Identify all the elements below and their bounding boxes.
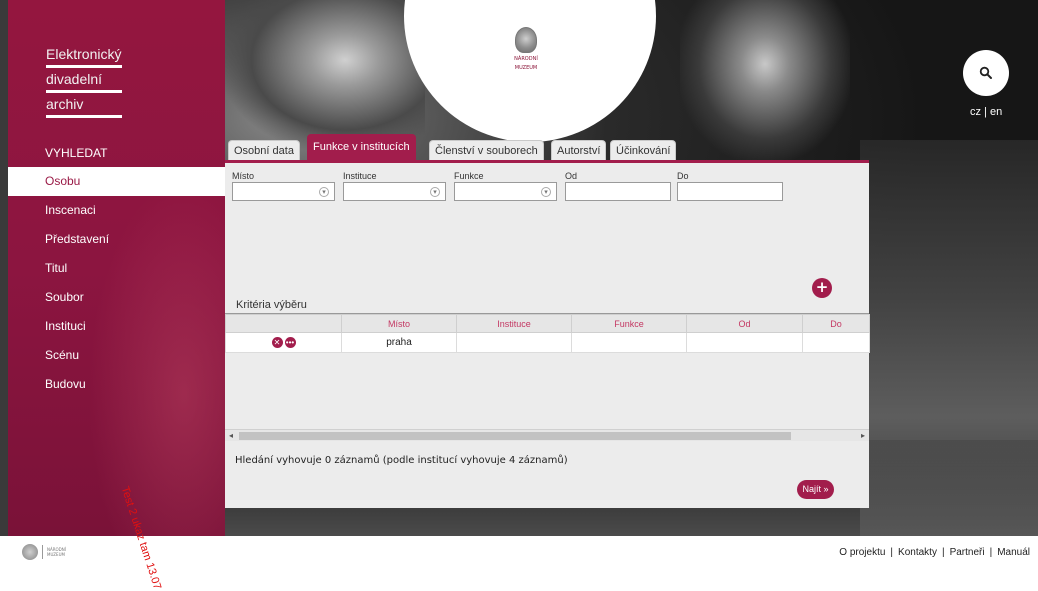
search-button[interactable] <box>963 50 1009 96</box>
field-label-od: Od <box>565 171 578 181</box>
sidebar-item-osobu[interactable]: Osobu <box>8 167 225 196</box>
left-edge-strip <box>0 0 8 536</box>
scroll-left-icon[interactable]: ◂ <box>229 430 233 442</box>
sidebar-item-budovu[interactable]: Budovu <box>8 370 225 399</box>
tab-autorstvi[interactable]: Autorství <box>551 140 607 162</box>
logo-line-2: divadelní <box>46 71 122 93</box>
tab-osobni-data[interactable]: Osobní data <box>228 140 300 162</box>
dropdown-arrow-icon: ▾ <box>430 187 440 197</box>
tab-ucinkovani[interactable]: Účinkování <box>610 140 677 162</box>
footer-link-manual[interactable]: Manuál <box>997 547 1030 558</box>
result-summary: Hledání vyhovuje 0 záznamů (podle instit… <box>235 455 568 466</box>
footer-link-partneri[interactable]: Partneři <box>950 547 985 558</box>
cell-od <box>686 332 803 353</box>
cell-do <box>802 332 870 353</box>
museum-logo-name-1: NÁRODNÍ <box>514 56 538 62</box>
theatre-photo-actor-right <box>680 0 850 160</box>
scroll-right-icon[interactable]: ▸ <box>861 430 865 442</box>
field-label-do: Do <box>677 171 689 181</box>
remove-row-icon[interactable]: ✕ <box>271 337 283 348</box>
tab-funkce-v-institucich[interactable]: Funkce v institucích <box>307 134 416 162</box>
theatre-photo-actor-left <box>225 0 425 150</box>
lang-cz[interactable]: cz <box>970 106 981 118</box>
tab-clenstvi-v-souborech[interactable]: Členství v souborech <box>429 140 544 162</box>
lang-en[interactable]: en <box>990 106 1002 118</box>
row-actions: ✕ ••• <box>225 332 342 353</box>
field-label-instituce: Instituce <box>343 171 377 181</box>
od-input[interactable] <box>565 182 671 201</box>
misto-select[interactable]: ▾ <box>232 182 335 201</box>
museum-emblem-icon <box>515 27 537 53</box>
criteria-header-od: Od <box>686 314 803 333</box>
dropdown-arrow-icon: ▾ <box>541 187 551 197</box>
criteria-header-funkce: Funkce <box>571 314 687 333</box>
footer-museum-logo[interactable]: NÁRODNÍ MUZEUM <box>22 544 66 560</box>
footer-logo-name-2: MUZEUM <box>47 552 65 557</box>
footer-link-kontakty[interactable]: Kontakty <box>898 547 937 558</box>
criteria-header-instituce: Instituce <box>456 314 572 333</box>
lang-separator: | <box>984 106 987 118</box>
museum-logo-name-2: MUZEUM <box>514 65 538 71</box>
sidebar-item-instituci[interactable]: Instituci <box>8 312 225 341</box>
field-label-misto: Místo <box>232 171 255 181</box>
criteria-title: Kritéria výběru <box>236 299 307 311</box>
logo-line-1: Elektronický <box>46 46 122 68</box>
search-icon <box>979 66 992 79</box>
footer-logo-divider <box>42 545 43 559</box>
criteria-header-row: Místo Instituce Funkce Od Do <box>225 314 870 333</box>
footer-links: O projektu | Kontakty | Partneři | Manuál <box>839 547 1030 558</box>
museum-logo[interactable]: NÁRODNÍ MUZEUM <box>505 27 547 71</box>
funkce-select[interactable]: ▾ <box>454 182 557 201</box>
footer-link-o-projektu[interactable]: O projektu <box>839 547 885 558</box>
more-options-icon[interactable]: ••• <box>284 337 296 348</box>
sidebar-item-scenu[interactable]: Scénu <box>8 341 225 370</box>
cell-misto: praha <box>341 332 457 353</box>
sidebar-item-soubor[interactable]: Soubor <box>8 283 225 312</box>
cell-funkce <box>571 332 687 353</box>
horizontal-scrollbar[interactable]: ◂ ▸ <box>225 429 869 441</box>
logo-line-3: archiv <box>46 96 122 118</box>
instituce-select[interactable]: ▾ <box>343 182 446 201</box>
field-label-funkce: Funkce <box>454 171 484 181</box>
find-button[interactable]: Najít » <box>797 480 834 499</box>
sidebar-item-titul[interactable]: Titul <box>8 254 225 283</box>
sidebar-item-inscenaci[interactable]: Inscenaci <box>8 196 225 225</box>
sidebar-item-predstaveni[interactable]: Představení <box>8 225 225 254</box>
table-row: ✕ ••• praha <box>225 332 870 353</box>
do-input[interactable] <box>677 182 783 201</box>
add-criteria-button[interactable]: + <box>812 278 832 298</box>
museum-emblem-icon <box>22 544 38 560</box>
criteria-header-do: Do <box>802 314 870 333</box>
cell-instituce <box>456 332 572 353</box>
search-panel: Místo ▾ Instituce ▾ Funkce ▾ Od Do + Kri… <box>225 163 870 508</box>
menu-heading: VYHLEDAT <box>45 146 108 160</box>
sidebar-menu: Osobu Inscenaci Představení Titul Soubor… <box>8 167 225 399</box>
dropdown-arrow-icon: ▾ <box>319 187 329 197</box>
site-logo[interactable]: Elektronický divadelní archiv <box>46 46 122 121</box>
scrollbar-thumb[interactable] <box>239 432 791 440</box>
criteria-header-actions <box>225 314 342 333</box>
criteria-header-misto: Místo <box>341 314 457 333</box>
language-switch: cz | en <box>970 106 1002 118</box>
criteria-table: Místo Instituce Funkce Od Do ✕ ••• praha <box>225 314 870 353</box>
